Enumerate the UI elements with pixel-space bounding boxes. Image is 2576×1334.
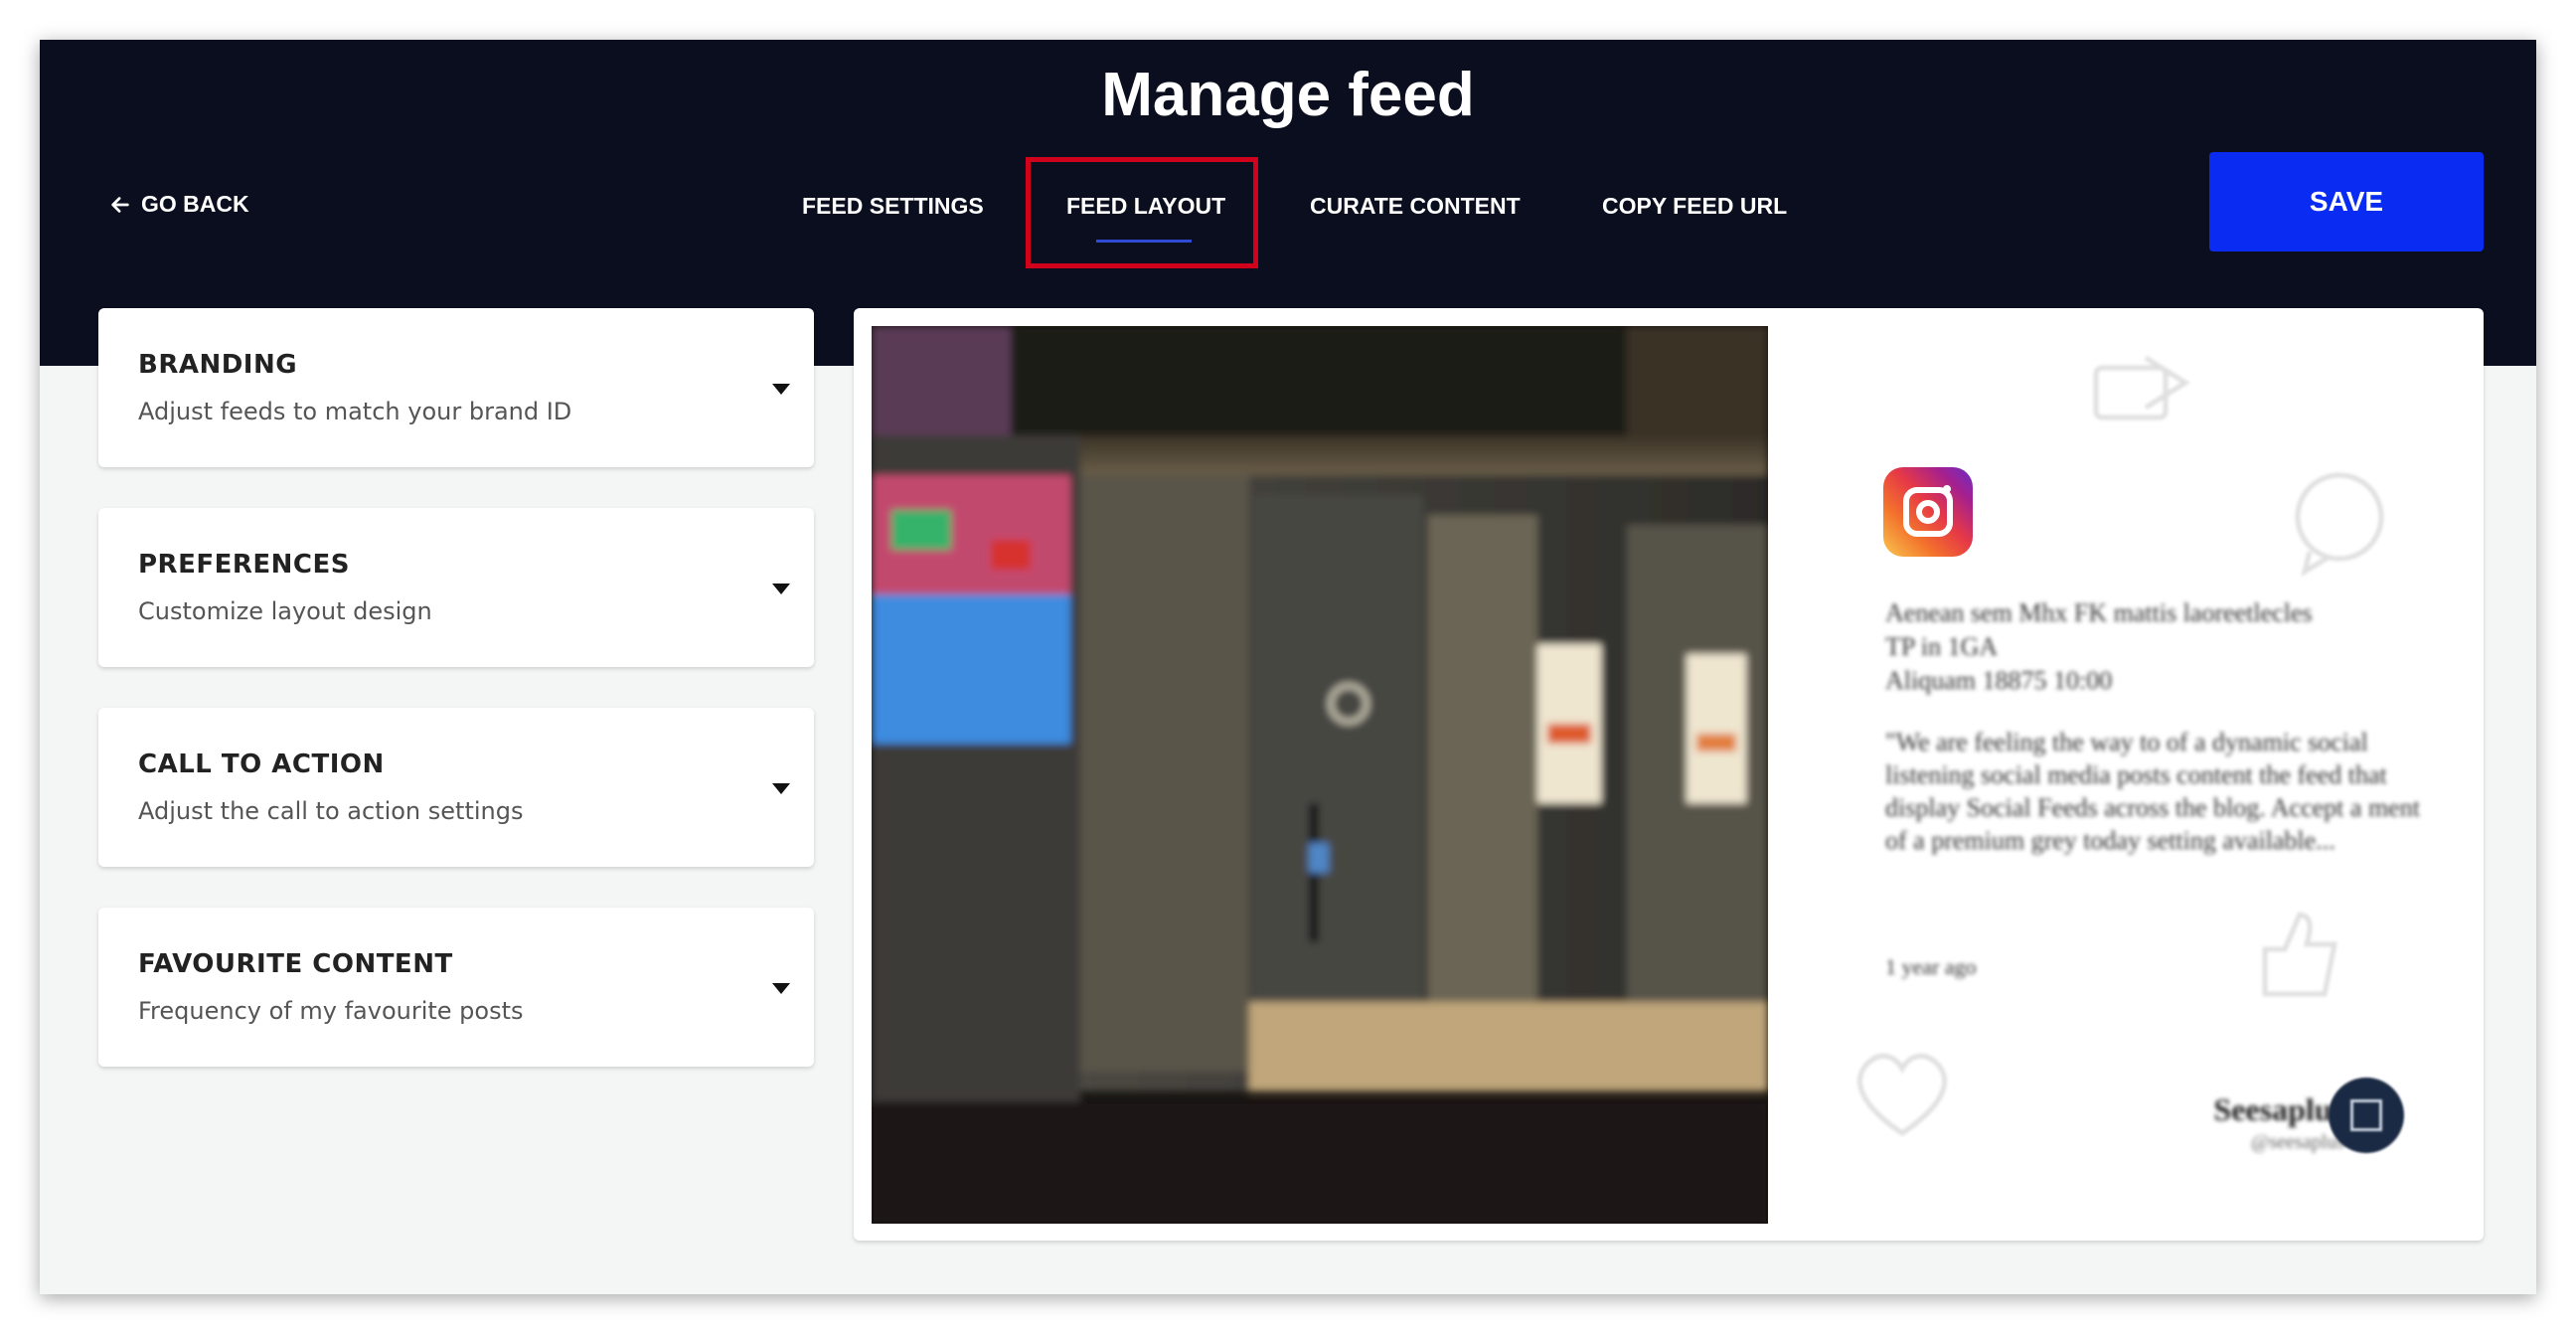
favourite-content-panel[interactable]: FAVOURITE CONTENT Frequency of my favour… — [98, 908, 814, 1067]
panel-title: FAVOURITE CONTENT — [138, 949, 453, 979]
feed-preview-card: Aenean sem Mhx FK mattis laoreetlecles T… — [854, 308, 2484, 1241]
panel-subtitle: Adjust feeds to match your brand ID — [138, 398, 572, 425]
panel-title: CALL TO ACTION — [138, 750, 385, 779]
caret-down-icon[interactable] — [772, 584, 790, 594]
caret-down-icon[interactable] — [772, 983, 790, 994]
go-back-button[interactable]: GO BACK — [109, 191, 249, 218]
call-to-action-panel[interactable]: CALL TO ACTION Adjust the call to action… — [98, 708, 814, 867]
panel-subtitle: Customize layout design — [138, 597, 432, 625]
thumbs-up-icon — [2262, 912, 2338, 997]
go-back-label: GO BACK — [141, 191, 249, 217]
caret-down-icon[interactable] — [772, 783, 790, 794]
heart-icon — [1857, 1053, 1947, 1137]
post-body-text: "We are feeling the way to of a dynamic … — [1885, 728, 2420, 855]
annotation-highlight-box — [1026, 157, 1258, 268]
author-handle: @seesaplus — [2251, 1131, 2344, 1153]
post-meta-line: TP in 1GA — [1885, 632, 1999, 661]
tab-curate-content[interactable]: CURATE CONTENT — [1310, 193, 1521, 220]
post-meta-line: Aliquam 18875 10:00 — [1885, 666, 2113, 695]
share-icon — [2093, 355, 2190, 420]
author-avatar — [2329, 1078, 2404, 1153]
panel-subtitle: Adjust the call to action settings — [138, 797, 524, 825]
post-meta: Aenean sem Mhx FK mattis laoreetlecles T… — [1885, 596, 2422, 698]
branding-panel[interactable]: BRANDING Adjust feeds to match your bran… — [98, 308, 814, 467]
post-image — [872, 326, 1768, 1224]
page-title: Manage feed — [1101, 61, 1475, 129]
arrow-left-icon — [111, 196, 129, 213]
elevator-lobby-photo — [872, 326, 1768, 1224]
caret-down-icon[interactable] — [772, 384, 790, 395]
preferences-panel[interactable]: PREFERENCES Customize layout design — [98, 508, 814, 667]
instagram-icon — [1883, 467, 1973, 557]
post-timestamp: 1 year ago — [1885, 954, 1977, 979]
tab-feed-settings[interactable]: FEED SETTINGS — [802, 193, 984, 220]
panel-title: BRANDING — [138, 350, 298, 380]
panel-title: PREFERENCES — [138, 550, 350, 580]
panel-subtitle: Frequency of my favourite posts — [138, 997, 524, 1025]
tab-copy-feed-url[interactable]: COPY FEED URL — [1602, 193, 1787, 220]
comment-icon — [2295, 472, 2384, 577]
author-name: Seesaplus — [2213, 1091, 2344, 1127]
post-meta-line: Aenean sem Mhx FK mattis laoreetlecles — [1885, 598, 2313, 627]
app-window: Manage feed GO BACK FEED SETTINGS FEED L… — [40, 40, 2536, 1294]
save-button[interactable]: SAVE — [2209, 152, 2484, 251]
